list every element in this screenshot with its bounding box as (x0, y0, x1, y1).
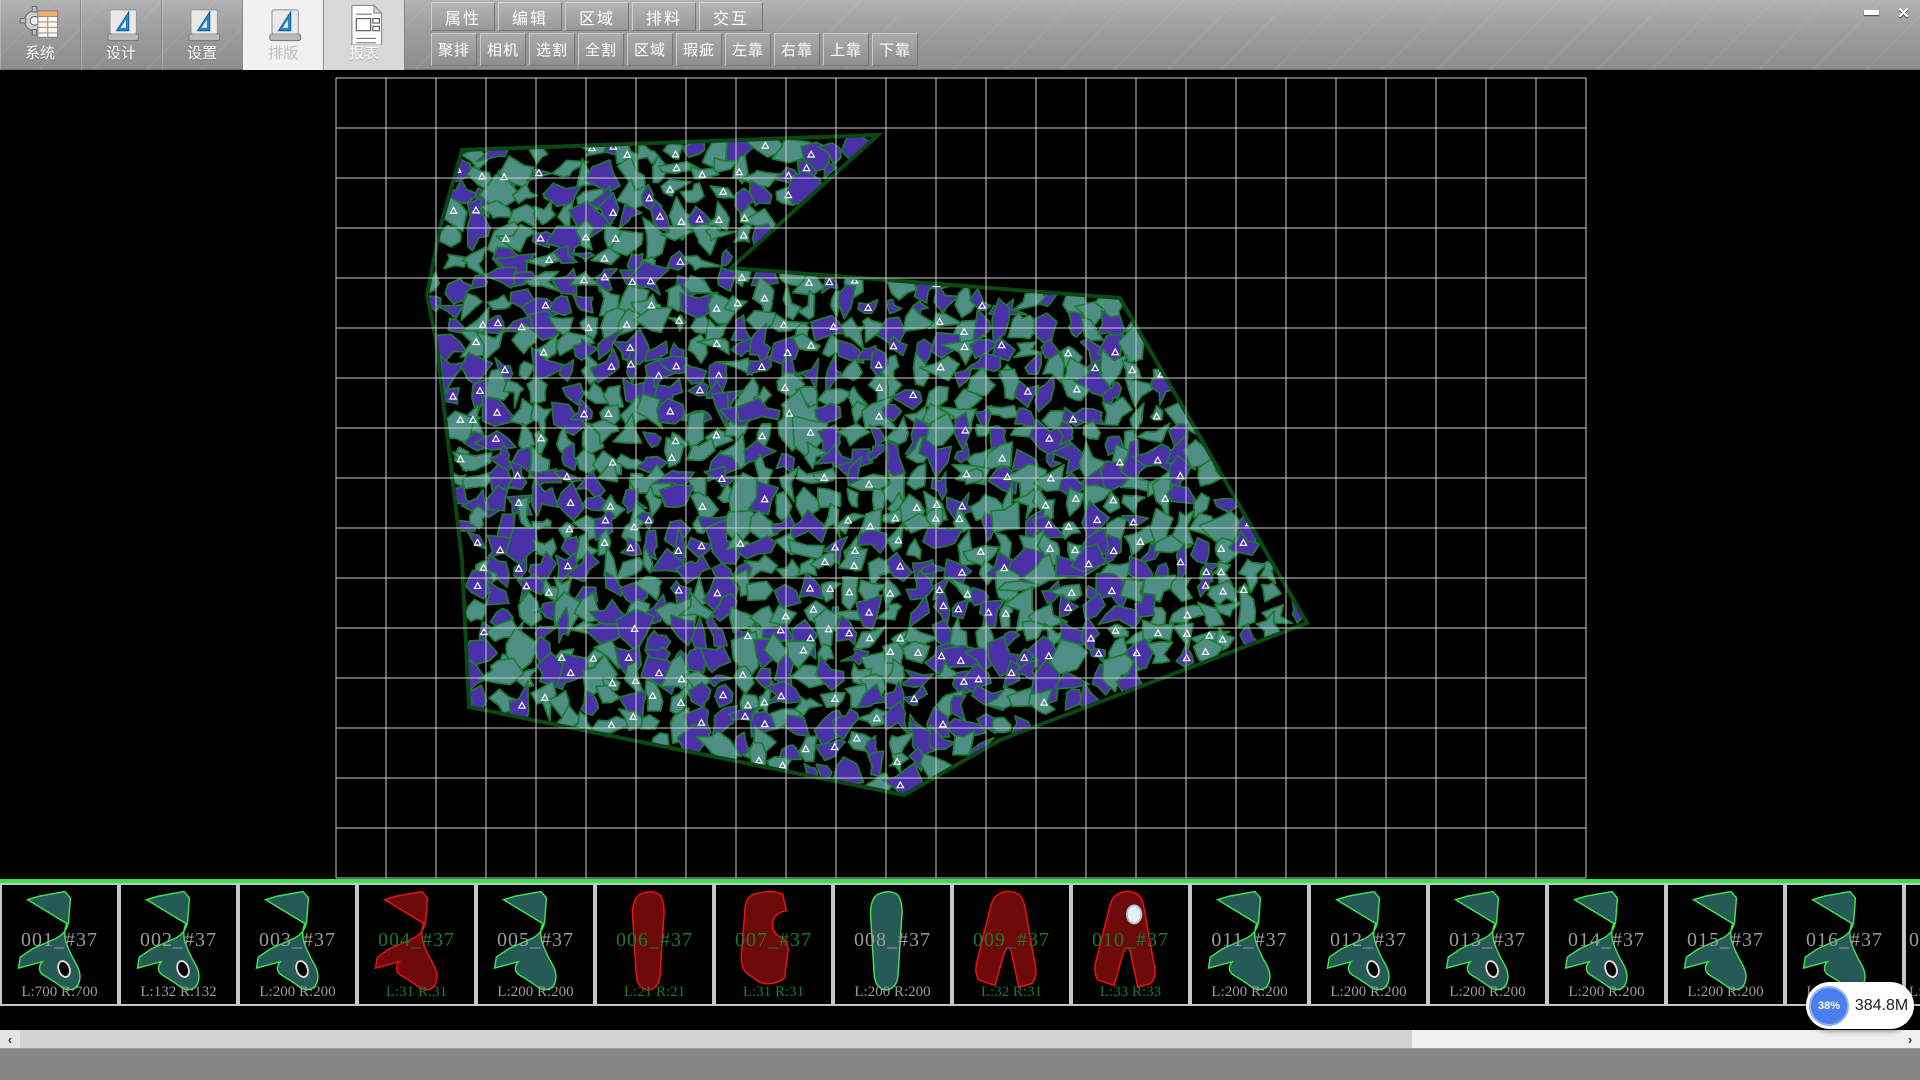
mode-button-3[interactable]: 设置 (162, 0, 243, 70)
scrollbar-thumb[interactable] (20, 1030, 1412, 1048)
part-counts: L:700 R:700 (2, 984, 117, 1001)
minimize-icon (1864, 10, 1879, 15)
tool-button-1[interactable]: 聚排 (431, 33, 477, 66)
design-icon (99, 1, 143, 45)
layout-icon (261, 1, 305, 45)
part-thumbnail-9[interactable]: 009_#37 L:32 R:31 (952, 883, 1071, 1006)
part-id: 014_#37 (1549, 929, 1664, 952)
strip-scrollbar: ‹ › (0, 1030, 1920, 1048)
part-counts: L:132 R:132 (121, 984, 236, 1001)
tool-button-6[interactable]: 瑕疵 (676, 33, 722, 66)
progress-badge[interactable]: 38% 384.8M (1806, 982, 1914, 1029)
part-id: 016_#37 (1787, 929, 1902, 952)
part-counts: L:31 R:31 (359, 984, 474, 1001)
workspace (0, 70, 1920, 879)
menu-button-1[interactable]: 属性 (431, 2, 495, 31)
part-counts: L:200 R:200 (1311, 984, 1426, 1001)
piece-hole (1127, 905, 1142, 923)
part-counts: L:200 R:200 (1549, 984, 1664, 1001)
mode-switcher: 系统 设计 设置 排版 报表 (0, 0, 405, 70)
menu-button-3[interactable]: 区域 (565, 2, 629, 31)
part-id: 015_#37 (1668, 929, 1783, 952)
part-thumbnail-4[interactable]: 004_#37 L:31 R:31 (357, 883, 476, 1006)
scroll-right-button[interactable]: › (1900, 1030, 1920, 1048)
tool-button-4[interactable]: 全割 (578, 33, 624, 66)
part-id: 0 (1906, 929, 1920, 952)
mode-button-2[interactable]: 设计 (81, 0, 162, 70)
part-id: 001_#37 (2, 929, 117, 952)
mode-label: 系统 (25, 45, 55, 63)
part-id: 012_#37 (1311, 929, 1426, 952)
nesting-canvas[interactable] (0, 70, 1920, 879)
part-counts: L:21 R:21 (597, 984, 712, 1001)
mode-label: 报表 (349, 45, 379, 63)
part-id: 010_#37 (1073, 929, 1188, 952)
part-id: 005_#37 (478, 929, 593, 952)
tool-button-2[interactable]: 相机 (480, 33, 526, 66)
part-thumbnail-1[interactable]: 001_#37 L:700 R:700 (0, 883, 119, 1006)
parts-strip: 001_#37L:700 R:700002_#37L:132 R:132003_… (0, 883, 1920, 1008)
close-button[interactable]: ✕ (1890, 2, 1917, 23)
part-thumbnail-13[interactable]: 013_#37 L:200 R:200 (1428, 883, 1547, 1006)
part-counts: L:200 R:200 (1430, 984, 1545, 1001)
menu-bar: 属性编辑区域排料交互 (431, 2, 763, 30)
menu-button-5[interactable]: 交互 (699, 2, 763, 31)
part-counts: L:200 R:200 (240, 984, 355, 1001)
part-thumbnail-14[interactable]: 014_#37 L:200 R:200 (1547, 883, 1666, 1006)
scroll-left-button[interactable]: ‹ (0, 1030, 20, 1048)
part-counts: L:200 R:200 (1668, 984, 1783, 1001)
strip-gap (0, 1008, 1920, 1030)
part-thumbnail-11[interactable]: 011_#37 L:200 R:200 (1190, 883, 1309, 1006)
menu-button-4[interactable]: 排料 (632, 2, 696, 31)
mode-label: 设计 (106, 45, 136, 63)
part-thumbnail-15[interactable]: 015_#37 L:200 R:200 (1666, 883, 1785, 1006)
tool-bar: 聚排相机选割全割区域瑕疵左靠右靠上靠下靠 (431, 33, 918, 64)
tool-button-10[interactable]: 下靠 (872, 33, 918, 66)
part-thumbnail-5[interactable]: 005_#37 L:200 R:200 (476, 883, 595, 1006)
part-thumbnail-6[interactable]: 006_#37 L:21 R:21 (595, 883, 714, 1006)
progress-circle: 38% (1809, 986, 1849, 1026)
tool-button-9[interactable]: 上靠 (823, 33, 869, 66)
part-counts: L:33 R:33 (1073, 984, 1188, 1001)
mode-label: 排版 (268, 45, 298, 63)
tool-button-7[interactable]: 左靠 (725, 33, 771, 66)
part-id: 009_#37 (954, 929, 1069, 952)
toolbar: 系统设计设置排版报表 属性编辑区域排料交互 聚排相机选割全割区域瑕疵左靠右靠上靠… (0, 0, 1920, 70)
part-thumbnail-8[interactable]: 008_#37 L:200 R:200 (833, 883, 952, 1006)
part-thumbnail-7[interactable]: 007_#37 L:31 R:31 (714, 883, 833, 1006)
part-thumbnail-10[interactable]: 010_#37 L:33 R:33 (1071, 883, 1190, 1006)
menu-button-2[interactable]: 编辑 (498, 2, 562, 31)
minimize-button[interactable] (1858, 2, 1885, 23)
mode-button-5[interactable]: 报表 (324, 0, 405, 70)
tool-button-8[interactable]: 右靠 (774, 33, 820, 66)
memory-usage-text: 384.8M (1849, 997, 1914, 1015)
mode-button-1[interactable]: 系统 (0, 0, 81, 70)
system-icon (18, 1, 62, 45)
part-counts: L:200 R:200 (835, 984, 950, 1001)
mode-button-4[interactable]: 排版 (243, 0, 324, 70)
part-id: 008_#37 (835, 929, 950, 952)
part-id: 011_#37 (1192, 929, 1307, 952)
part-id: 002_#37 (121, 929, 236, 952)
tool-button-3[interactable]: 选割 (529, 33, 575, 66)
part-counts: L:31 R:31 (716, 984, 831, 1001)
settings-icon (180, 1, 224, 45)
tool-button-5[interactable]: 区域 (627, 33, 673, 66)
part-id: 004_#37 (359, 929, 474, 952)
part-thumbnail-12[interactable]: 012_#37 L:200 R:200 (1309, 883, 1428, 1006)
part-id: 007_#37 (716, 929, 831, 952)
mode-label: 设置 (187, 45, 217, 63)
part-thumbnail-2[interactable]: 002_#37 L:132 R:132 (119, 883, 238, 1006)
status-bar (0, 1048, 1920, 1080)
part-counts: L:200 R:200 (1192, 984, 1307, 1001)
part-counts: L:32 R:31 (954, 984, 1069, 1001)
part-thumbnail-3[interactable]: 003_#37 L:200 R:200 (238, 883, 357, 1006)
window-controls: ✕ (1858, 2, 1917, 23)
part-counts: L:200 R:200 (478, 984, 593, 1001)
report-icon (342, 1, 386, 45)
part-id: 006_#37 (597, 929, 712, 952)
part-id: 003_#37 (240, 929, 355, 952)
part-id: 013_#37 (1430, 929, 1545, 952)
close-icon: ✕ (1897, 4, 1910, 22)
